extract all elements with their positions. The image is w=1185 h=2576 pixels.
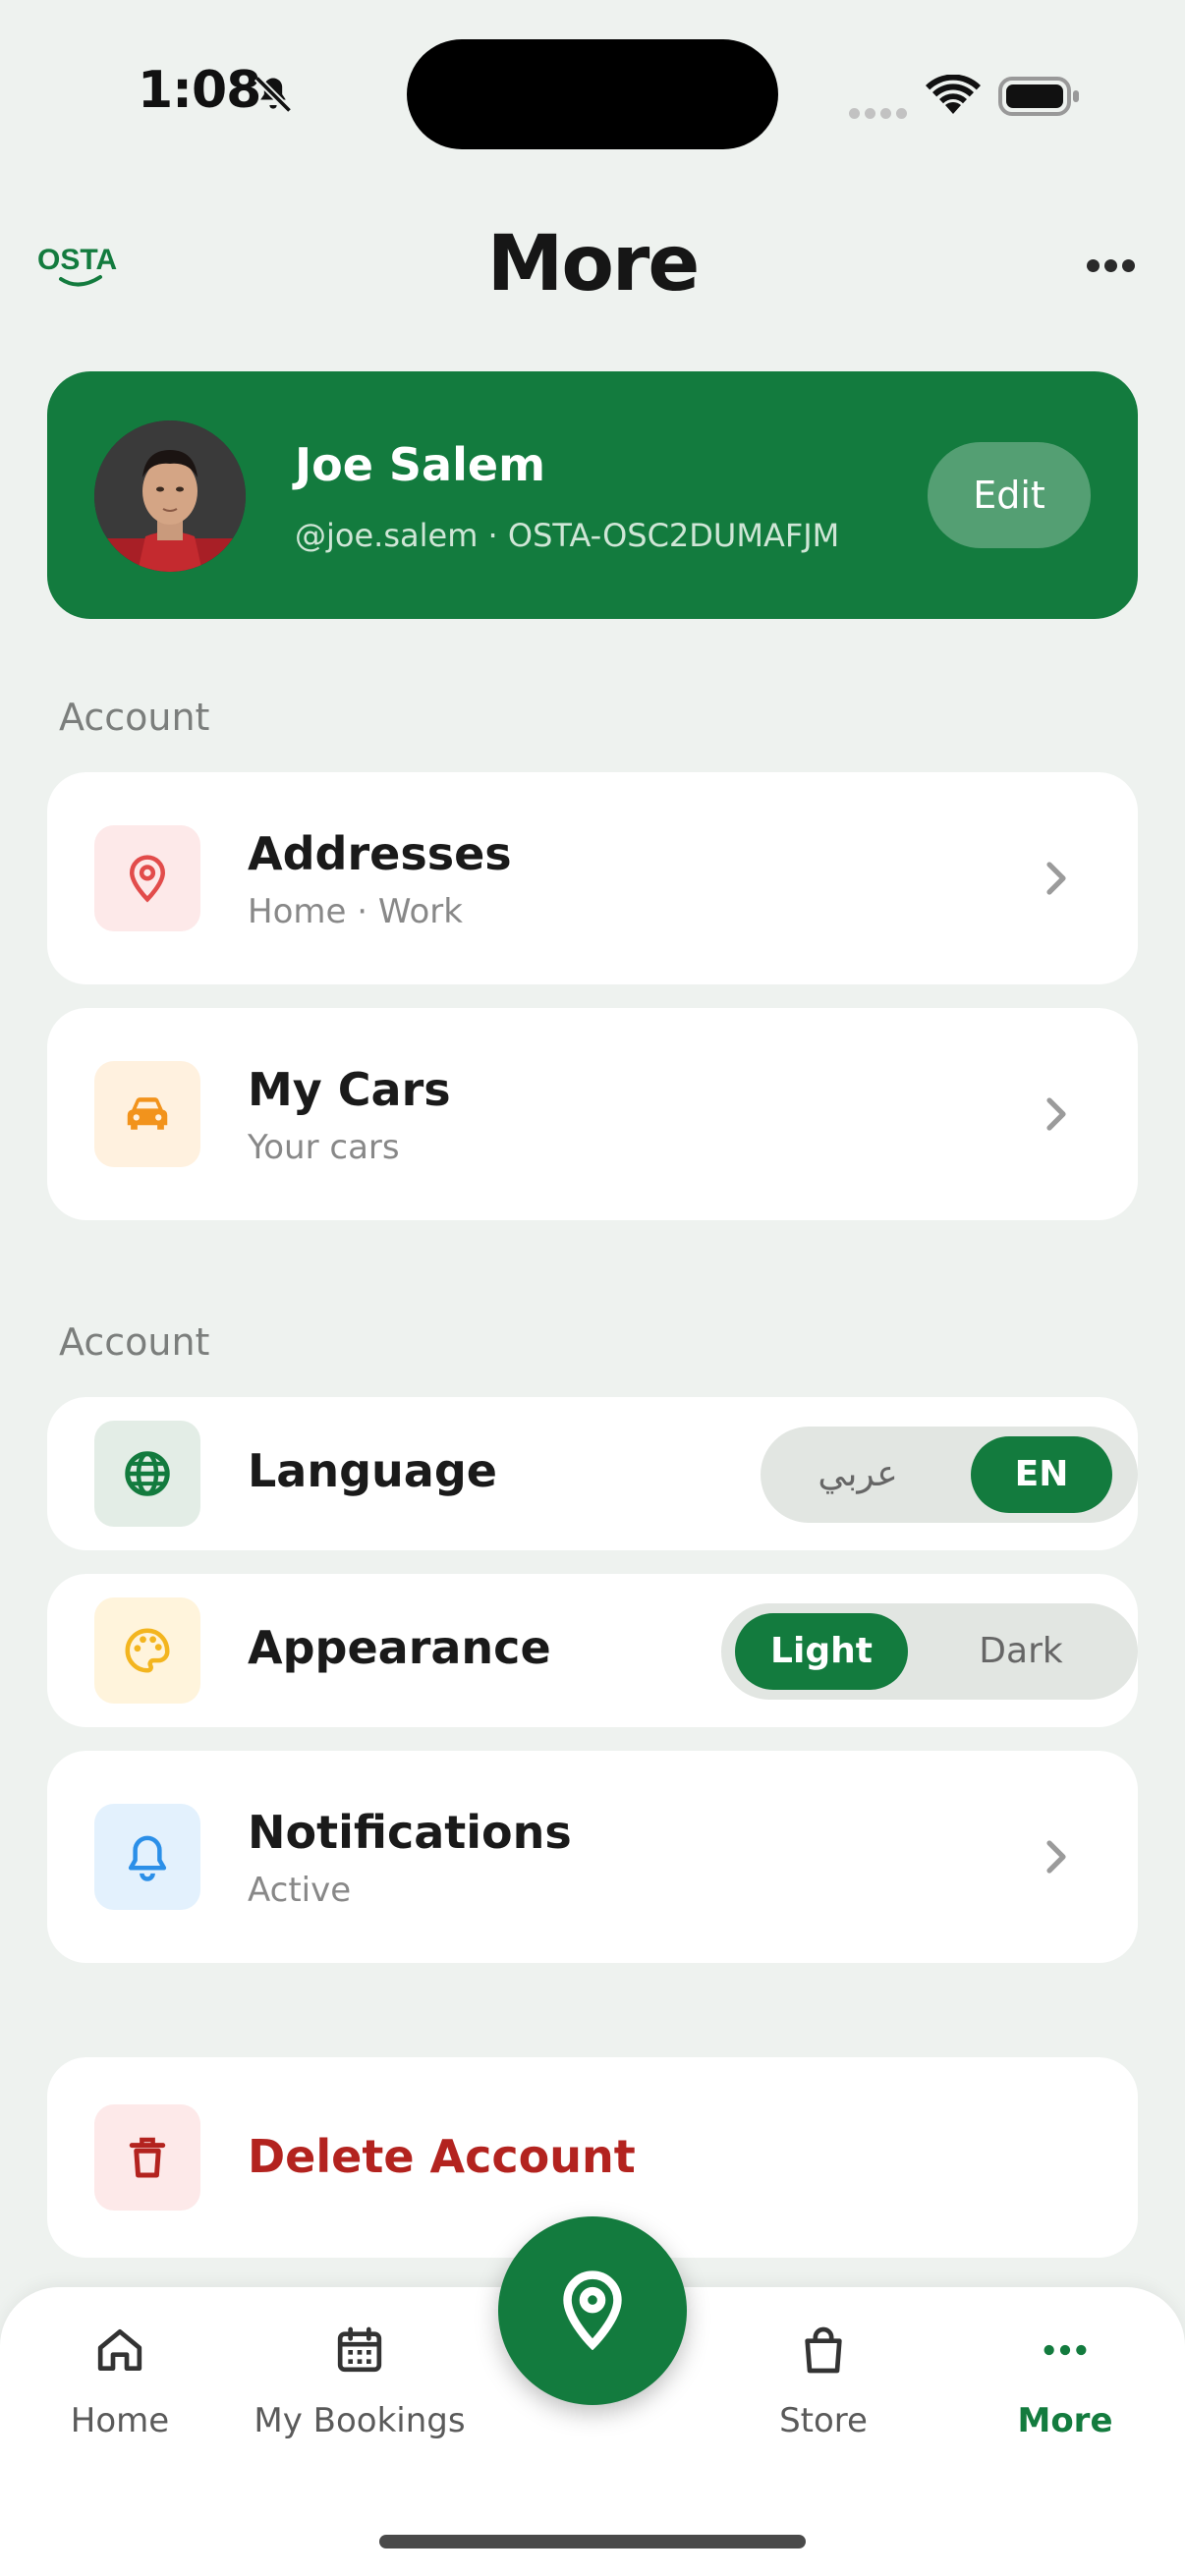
map-pin-icon [129,855,166,903]
appearance-icon-box [94,1597,200,1704]
battery-icon [998,77,1079,116]
tab-store[interactable]: Store [725,2287,922,2484]
notifications-status: Active [248,1871,352,1910]
my-cars-icon-box [94,1061,200,1167]
edit-profile-button[interactable]: Edit [928,442,1091,548]
avatar [94,420,246,572]
addresses-subtitle: Home · Work [248,892,463,931]
notifications-row[interactable]: Notifications Active [47,1751,1138,1963]
chevron-right-icon [1046,1097,1066,1131]
palette-icon [125,1628,170,1673]
chevron-right-icon [1046,862,1066,895]
chevron-right-icon [1046,1840,1066,1874]
dynamic-island [407,39,778,149]
tab-more-label: More [1017,2401,1113,2440]
delete-icon-box [94,2104,200,2211]
trash-icon [129,2137,166,2178]
language-toggle[interactable]: عربي EN [761,1427,1138,1523]
tab-home-label: Home [70,2401,170,2440]
appearance-option-light[interactable]: Light [735,1613,908,1690]
car-icon [127,1097,168,1130]
my-cars-row[interactable]: My Cars Your cars [47,1008,1138,1220]
profile-name: Joe Salem [295,438,545,491]
tab-my-bookings-label: My Bookings [254,2401,466,2440]
delete-account-label: Delete Account [248,2130,636,2183]
language-row: Language عربي EN [47,1397,1138,1550]
home-icon [97,2329,142,2371]
page-title: More [486,220,701,308]
more-dots-icon [1044,2344,1087,2356]
notifications-icon-box [94,1804,200,1910]
language-option-en[interactable]: EN [971,1436,1112,1513]
globe-icon [125,1451,170,1496]
my-cars-subtitle: Your cars [248,1128,400,1167]
bell-off-icon [254,75,293,114]
addresses-title: Addresses [248,827,512,880]
language-option-arabic[interactable]: عربي [774,1436,941,1513]
profile-handle: @joe.salem · OSTA-OSC2DUMAFJM [295,517,840,554]
map-pin-icon [563,2270,622,2350]
signal-icon [849,104,912,123]
status-bar: 1:08 [0,0,1185,196]
appearance-option-dark[interactable]: Dark [914,1613,1128,1690]
tab-home[interactable]: Home [22,2287,218,2484]
more-options-icon[interactable] [1087,257,1140,273]
notifications-title: Notifications [248,1806,572,1859]
my-cars-title: My Cars [248,1063,451,1116]
language-title: Language [248,1444,497,1497]
tab-my-bookings[interactable]: My Bookings [254,2287,466,2484]
shopping-bag-icon [805,2326,842,2374]
avatar-image [94,420,246,572]
addresses-row[interactable]: Addresses Home · Work [47,772,1138,984]
tab-more[interactable]: More [967,2287,1163,2484]
profile-card[interactable]: Joe Salem @joe.salem · OSTA-OSC2DUMAFJM … [47,371,1138,619]
language-icon-box [94,1421,200,1527]
appearance-row: Appearance Light Dark [47,1574,1138,1727]
section-label-settings: Account [59,1320,210,1364]
section-label-account: Account [59,696,210,739]
center-location-button[interactable] [498,2216,687,2405]
home-indicator [379,2535,806,2548]
status-time: 1:08 [138,61,261,120]
tab-store-label: Store [779,2401,868,2440]
calendar-icon [337,2326,382,2373]
appearance-toggle[interactable]: Light Dark [721,1603,1138,1700]
addresses-icon-box [94,825,200,931]
bell-icon [128,1835,167,1881]
appearance-title: Appearance [248,1621,551,1674]
wifi-icon [926,75,981,114]
